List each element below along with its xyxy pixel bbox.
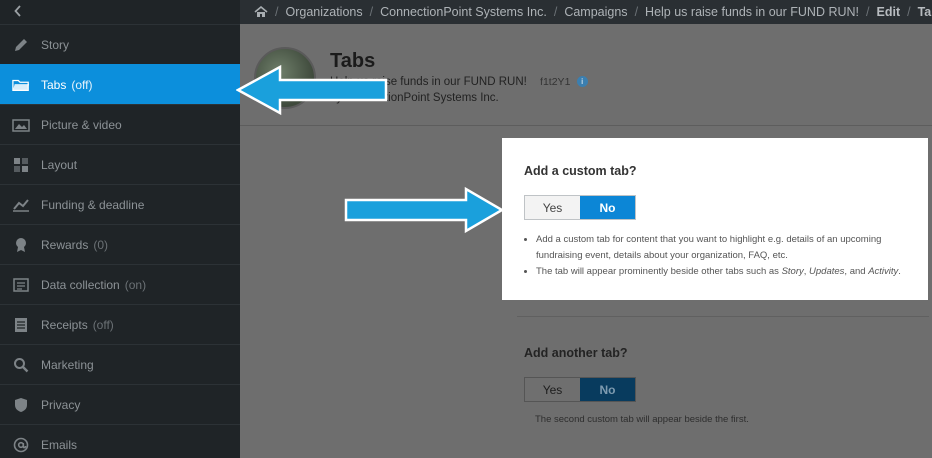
sidebar-item-label: Receipts bbox=[41, 317, 88, 332]
breadcrumb-separator: / bbox=[634, 5, 639, 19]
at-icon bbox=[12, 437, 30, 453]
sidebar-item-picture-video[interactable]: Picture & video bbox=[0, 104, 240, 144]
another-tab-toggle: Yes No bbox=[524, 377, 636, 402]
home-icon[interactable] bbox=[254, 6, 268, 18]
breadcrumb-campaigns[interactable]: Campaigns bbox=[564, 5, 627, 19]
help-text: , and bbox=[844, 266, 869, 277]
breadcrumb-separator: / bbox=[907, 5, 911, 19]
info-icon[interactable]: i bbox=[576, 76, 588, 88]
help-tab-updates: Updates bbox=[809, 266, 845, 277]
custom-tab-no-button[interactable]: No bbox=[580, 196, 635, 219]
sidebar-item-label: Picture & video bbox=[41, 117, 122, 132]
sidebar-item-label: Layout bbox=[41, 157, 78, 172]
campaign-code: f1t2Y1 bbox=[540, 76, 571, 88]
callout-arrow-left bbox=[236, 64, 388, 116]
pencil-icon bbox=[12, 37, 30, 53]
custom-tab-card: Add a custom tab? Yes No Add a custom ta… bbox=[502, 138, 928, 300]
callout-arrow-right bbox=[344, 186, 505, 234]
another-tab-section: Add another tab? Yes No The second custo… bbox=[524, 346, 749, 425]
breadcrumb-organization[interactable]: ConnectionPoint Systems Inc. bbox=[380, 5, 547, 19]
another-tab-note: The second custom tab will appear beside… bbox=[535, 414, 749, 425]
sidebar-item-data-collection[interactable]: Data collection (on) bbox=[0, 264, 240, 304]
custom-tab-help-item: Add a custom tab for content that you wa… bbox=[536, 232, 906, 264]
search-icon bbox=[12, 357, 30, 373]
breadcrumb-current: Tabs bbox=[917, 5, 932, 19]
breadcrumb: / Organizations / ConnectionPoint System… bbox=[240, 0, 932, 24]
breadcrumb-separator: / bbox=[866, 5, 870, 19]
sidebar-item-label: Rewards bbox=[41, 237, 89, 252]
form-icon bbox=[12, 277, 30, 293]
sidebar-item-label: Emails bbox=[41, 437, 78, 452]
breadcrumb-organizations[interactable]: Organizations bbox=[285, 5, 362, 19]
another-tab-yes-button[interactable]: Yes bbox=[525, 378, 580, 401]
help-tab-story: Story bbox=[781, 266, 804, 277]
custom-tab-question: Add a custom tab? bbox=[524, 164, 637, 178]
image-icon bbox=[12, 117, 30, 133]
sidebar-item-label: Funding & deadline bbox=[41, 197, 145, 212]
section-divider bbox=[517, 316, 929, 317]
shield-icon bbox=[12, 397, 30, 413]
sidebar-item-marketing[interactable]: Marketing bbox=[0, 344, 240, 384]
sidebar-item-status: (on) bbox=[124, 277, 147, 292]
another-tab-question: Add another tab? bbox=[524, 346, 628, 360]
breadcrumb-separator: / bbox=[275, 5, 279, 19]
sidebar-item-privacy[interactable]: Privacy bbox=[0, 384, 240, 424]
chevron-left-icon bbox=[14, 4, 22, 20]
breadcrumb-separator: / bbox=[553, 5, 558, 19]
ribbon-icon bbox=[12, 237, 30, 253]
custom-tab-help-list: Add a custom tab for content that you wa… bbox=[524, 232, 906, 280]
help-text: The tab will appear prominently beside o… bbox=[536, 266, 782, 277]
back-button[interactable] bbox=[0, 0, 240, 24]
custom-tab-help-item: The tab will appear prominently beside o… bbox=[536, 264, 906, 280]
breadcrumb-edit[interactable]: Edit bbox=[877, 5, 901, 19]
sidebar-item-layout[interactable]: Layout bbox=[0, 144, 240, 184]
help-tab-activity: Activity bbox=[868, 266, 899, 277]
custom-tab-yes-button[interactable]: Yes bbox=[525, 196, 580, 219]
sidebar-item-label: Privacy bbox=[41, 397, 81, 412]
sidebar-item-label: Marketing bbox=[41, 357, 94, 372]
sidebar-item-emails[interactable]: Emails bbox=[0, 424, 240, 458]
sidebar-item-rewards[interactable]: Rewards (0) bbox=[0, 224, 240, 264]
folder-icon bbox=[12, 77, 30, 93]
sidebar-item-label: Data collection bbox=[41, 277, 120, 292]
sidebar-item-status: (0) bbox=[93, 237, 109, 252]
layout-icon bbox=[12, 157, 30, 173]
another-tab-no-button[interactable]: No bbox=[580, 378, 635, 401]
sidebar: Story Tabs (off) Picture & video Layout … bbox=[0, 0, 240, 458]
sidebar-item-tabs[interactable]: Tabs (off) bbox=[0, 64, 240, 104]
sidebar-item-story[interactable]: Story bbox=[0, 24, 240, 64]
breadcrumb-separator: / bbox=[369, 5, 374, 19]
sidebar-item-label: Story bbox=[41, 37, 70, 52]
sidebar-item-funding-deadline[interactable]: Funding & deadline bbox=[0, 184, 240, 224]
chart-icon bbox=[12, 197, 30, 213]
sidebar-item-status: (off) bbox=[92, 317, 114, 332]
custom-tab-toggle: Yes No bbox=[524, 195, 636, 220]
help-text: . bbox=[898, 266, 901, 277]
receipt-icon bbox=[12, 317, 30, 333]
sidebar-item-status: (off) bbox=[71, 77, 93, 92]
sidebar-item-label: Tabs bbox=[41, 77, 67, 92]
breadcrumb-campaign[interactable]: Help us raise funds in our FUND RUN! bbox=[645, 5, 859, 19]
sidebar-item-receipts[interactable]: Receipts (off) bbox=[0, 304, 240, 344]
